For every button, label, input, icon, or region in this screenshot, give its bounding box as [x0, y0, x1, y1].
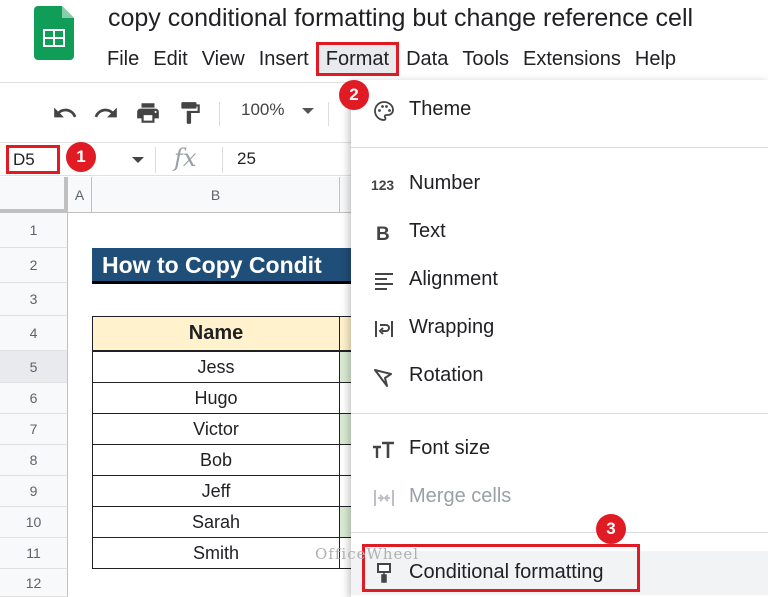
column-header-b[interactable]: B [92, 177, 340, 213]
menu-bar: File Edit View Insert Format Data Tools … [100, 42, 683, 76]
row-header-5[interactable]: 5 [0, 351, 68, 383]
formula-input[interactable]: 25 [237, 149, 256, 169]
google-sheets-icon[interactable] [34, 6, 74, 60]
row-header-2[interactable]: 2 [0, 248, 68, 283]
menu-item-wrapping[interactable]: Wrapping [351, 309, 768, 349]
menu-edit[interactable]: Edit [146, 42, 194, 76]
svg-text:123: 123 [371, 177, 394, 193]
sheet-banner-title[interactable]: How to Copy Condit [92, 248, 352, 284]
menu-data[interactable]: Data [399, 42, 455, 76]
chevron-down-icon[interactable] [132, 157, 144, 163]
align-left-icon [375, 273, 393, 290]
menu-item-theme[interactable]: Theme [351, 91, 768, 131]
document-title[interactable]: copy conditional formatting but change r… [108, 4, 693, 33]
number-123-icon: 123 [371, 177, 394, 193]
chevron-down-icon[interactable] [302, 108, 314, 114]
menu-item-font-size[interactable]: Font size [351, 430, 768, 470]
menu-tools[interactable]: Tools [455, 42, 516, 76]
zoom-select[interactable]: 100% [241, 100, 284, 120]
row-header-1[interactable]: 1 [0, 213, 68, 248]
table-cell-name[interactable]: Sarah [92, 506, 340, 538]
print-icon[interactable] [135, 100, 161, 126]
select-all-corner[interactable] [0, 177, 68, 213]
menu-help[interactable]: Help [628, 42, 683, 76]
menu-format[interactable]: Format [315, 42, 400, 76]
row-header-6[interactable]: 6 [0, 383, 68, 414]
menu-item-label: Theme [409, 98, 472, 120]
row-header-8[interactable]: 8 [0, 445, 68, 476]
toolbar-divider [328, 102, 329, 126]
step-badge: 3 [596, 514, 626, 544]
format-menu: Theme 123 Number B Text Alignment Wrappi… [351, 80, 768, 597]
menu-file[interactable]: File [100, 42, 146, 76]
table-cell-name[interactable]: Bob [92, 444, 340, 476]
table-cell-name[interactable]: Hugo [92, 382, 340, 414]
menu-item-label: Font size [409, 437, 491, 459]
menu-item-text[interactable]: B Text [351, 213, 768, 253]
menu-item-label: Rotation [409, 364, 484, 386]
fx-icon: fx [174, 144, 197, 172]
menu-divider [351, 532, 768, 533]
table-cell-name[interactable]: Victor [92, 413, 340, 445]
merge-cells-icon [374, 490, 394, 506]
menu-item-number[interactable]: 123 Number [351, 165, 768, 205]
paint-format-icon[interactable] [177, 100, 203, 126]
menu-item-label: Number [409, 172, 481, 194]
menu-item-alignment[interactable]: Alignment [351, 261, 768, 301]
menu-extensions[interactable]: Extensions [516, 42, 628, 76]
menu-item-merge-cells[interactable]: Merge cells [351, 478, 768, 518]
table-header-name[interactable]: Name [92, 316, 340, 351]
column-header-a[interactable]: A [68, 177, 92, 213]
table-cell-name[interactable]: Smith [92, 537, 340, 569]
row-header-4[interactable]: 4 [0, 316, 68, 351]
row-header-10[interactable]: 10 [0, 507, 68, 538]
menu-divider [351, 413, 768, 414]
table-cell-name[interactable]: Jess [92, 351, 340, 383]
menu-view[interactable]: View [195, 42, 252, 76]
row-header-9[interactable]: 9 [0, 476, 68, 507]
formula-divider [155, 147, 156, 173]
menu-item-rotation[interactable]: Rotation [351, 357, 768, 397]
row-header-7[interactable]: 7 [0, 414, 68, 445]
font-size-icon [373, 441, 394, 458]
menu-item-label: Alignment [409, 268, 498, 290]
svg-text:B: B [376, 224, 390, 245]
menu-item-label: Text [409, 220, 446, 242]
palette-icon [374, 101, 394, 121]
toolbar-divider [219, 102, 220, 126]
watermark-logo: OfficeWheel [315, 545, 420, 563]
table-cell-name[interactable]: Jeff [92, 475, 340, 507]
menu-item-label: Wrapping [409, 316, 495, 338]
row-header-11[interactable]: 11 [0, 538, 68, 569]
bold-b-icon: B [376, 224, 390, 245]
row-header-3[interactable]: 3 [0, 283, 68, 316]
step-badge: 2 [339, 80, 369, 110]
name-box[interactable]: D5 [6, 145, 60, 174]
menu-item-label: Merge cells [409, 485, 512, 507]
row-header-12[interactable]: 12 [0, 569, 68, 597]
menu-insert[interactable]: Insert [252, 42, 316, 76]
redo-icon[interactable] [93, 100, 119, 126]
text-rotation-icon [374, 369, 392, 387]
menu-divider [351, 147, 768, 148]
step-badge: 1 [66, 142, 96, 172]
wrap-text-icon [375, 321, 393, 337]
formula-divider [222, 147, 223, 173]
undo-icon[interactable] [52, 100, 78, 126]
